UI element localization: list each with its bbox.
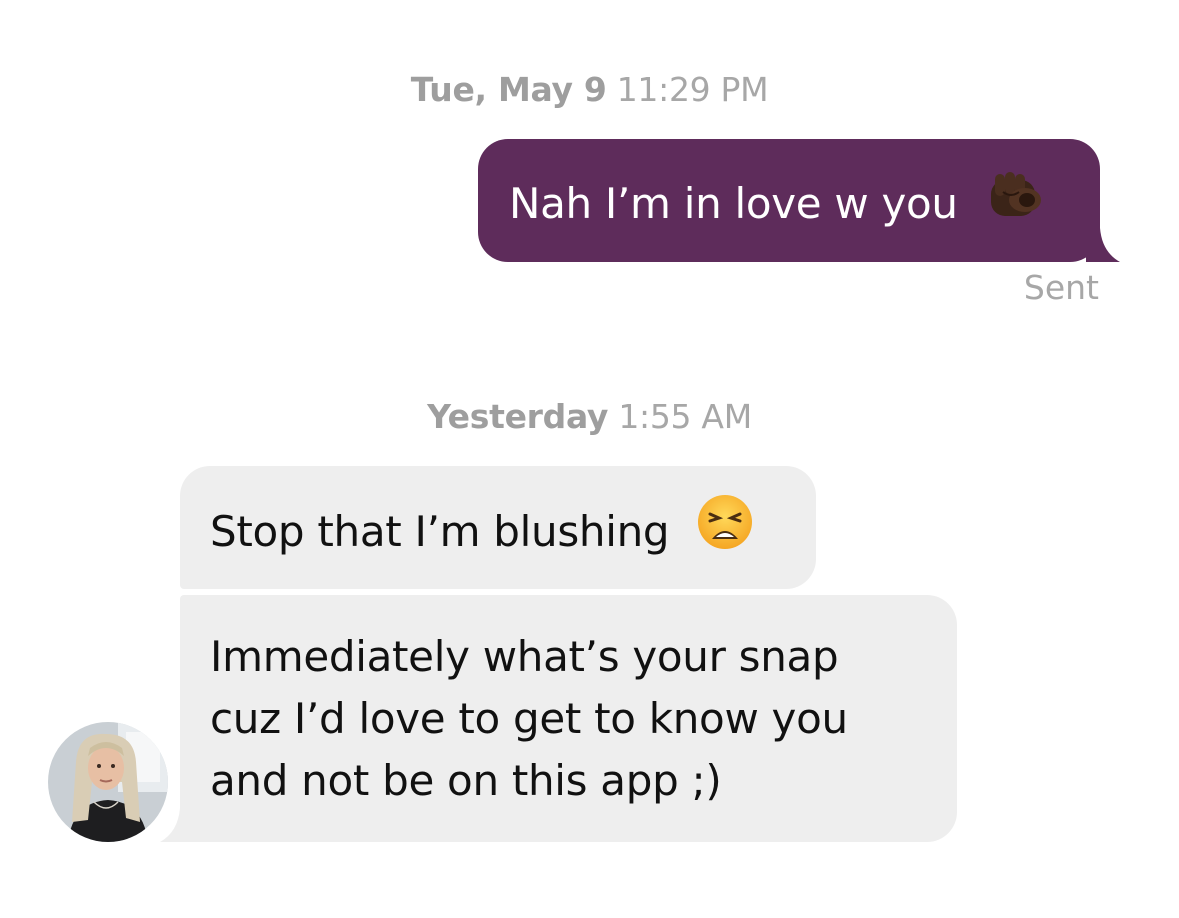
incoming-message-bubble[interactable]: Stop that I’m blushing bbox=[180, 466, 816, 589]
outgoing-bubble-tail bbox=[1086, 228, 1120, 262]
timestamp-day: Tue, May 9 bbox=[410, 70, 607, 109]
outgoing-message-bubble[interactable]: Nah I’m in love w you bbox=[478, 139, 1100, 262]
message-text: Nah I’m in love w you bbox=[509, 179, 958, 228]
message-line: cuz I’d love to get to know you bbox=[210, 694, 848, 743]
timestamp-time: 11:29 PM bbox=[616, 70, 769, 109]
incoming-bubble-tail bbox=[160, 808, 194, 842]
chat-screen: Tue, May 9 11:29 PM Nah I’m in love w yo… bbox=[0, 0, 1179, 918]
timestamp-header: Yesterday 1:55 AM bbox=[0, 397, 1179, 436]
message-text: Stop that I’m blushing bbox=[210, 507, 670, 556]
profile-photo-icon bbox=[48, 722, 168, 842]
delivery-status: Sent bbox=[1023, 268, 1099, 307]
message-line: Immediately what’s your snap bbox=[210, 632, 839, 681]
timestamp-time: 1:55 AM bbox=[618, 397, 752, 436]
message-line: and not be on this app ;) bbox=[210, 756, 722, 805]
weary-face-emoji-icon bbox=[696, 493, 754, 568]
timestamp-day: Yesterday bbox=[427, 397, 609, 436]
avatar[interactable] bbox=[48, 722, 168, 842]
timestamp-header: Tue, May 9 11:29 PM bbox=[0, 70, 1179, 109]
pointing-at-viewer-emoji-icon bbox=[985, 166, 1049, 239]
incoming-message-bubble[interactable]: Immediately what’s your snap cuz I’d lov… bbox=[180, 595, 957, 842]
